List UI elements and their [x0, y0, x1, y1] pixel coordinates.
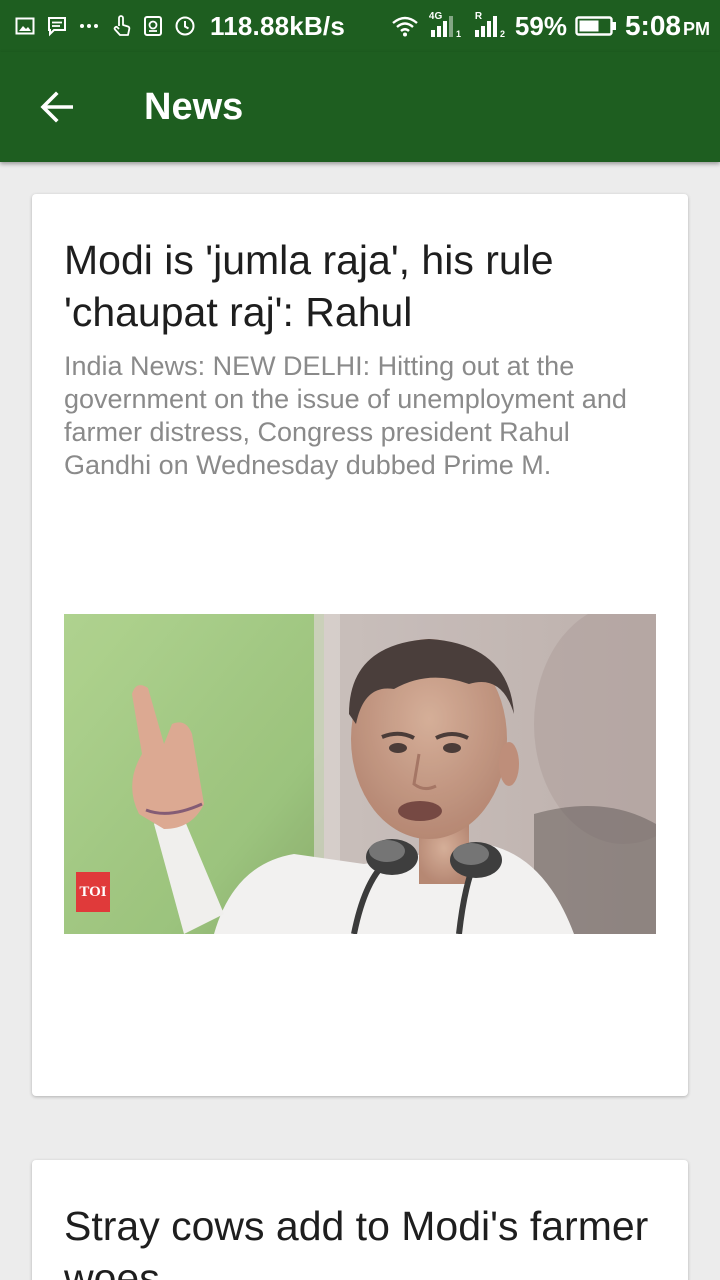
news-card-description: India News: NEW DELHI: Hitting out at th…: [64, 351, 627, 480]
battery-percent: 59%: [514, 10, 567, 41]
screen-capture-icon: [142, 15, 164, 37]
news-card-image: TOI: [64, 614, 656, 934]
status-bar-right: 4G 1 R 2 59% 5:08 PM: [391, 10, 710, 42]
network-speed: 118.88kB/s: [210, 10, 346, 41]
news-card-title: Modi is 'jumla raja', his rule 'chaupat …: [64, 237, 554, 335]
signal-sim1-icon: 4G 1: [427, 11, 463, 38]
status-bar: 118.88kB/s 4G 1 R 2 59% 5:08 PM: [0, 0, 720, 52]
signal-sim2-label: R: [474, 11, 483, 22]
svg-text:2: 2: [500, 29, 505, 38]
svg-text:1: 1: [456, 29, 461, 38]
clock: 5:08 PM: [625, 10, 710, 42]
alarm-icon: [174, 15, 196, 37]
news-photo-illustration: [64, 614, 656, 934]
arrow-left-icon: [39, 91, 75, 123]
app-bar: News: [0, 52, 720, 162]
news-card[interactable]: Stray cows add to Modi's farmer woes: [32, 1160, 688, 1280]
wifi-icon: [391, 15, 419, 37]
signal-sim2-icon: R 2: [471, 11, 507, 38]
more-notifications-icon: [78, 15, 100, 37]
back-button[interactable]: [26, 76, 88, 138]
news-card[interactable]: Modi is 'jumla raja', his rule 'chaupat …: [32, 194, 688, 1096]
touch-gesture-icon: [110, 15, 132, 37]
clock-time: 5:08: [624, 10, 681, 41]
page-title: News: [144, 85, 244, 128]
image-notification-icon: [14, 15, 36, 37]
status-bar-left: 118.88kB/s: [14, 11, 391, 42]
news-card-title: Stray cows add to Modi's farmer woes: [64, 1203, 649, 1280]
clock-suffix: PM: [683, 19, 710, 39]
message-notification-icon: [46, 15, 68, 37]
battery-icon: [575, 15, 617, 37]
signal-sim1-label: 4G: [428, 11, 443, 22]
toi-logo-badge: TOI: [76, 872, 110, 912]
